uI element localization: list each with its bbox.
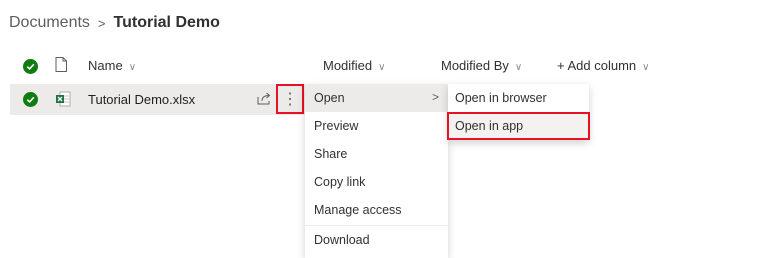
chevron-down-icon: ∨ xyxy=(642,62,650,73)
menu-item-open[interactable]: Open > xyxy=(305,84,448,112)
column-name-label: Name xyxy=(88,58,123,73)
chevron-down-icon: ∨ xyxy=(128,62,137,73)
share-icon[interactable] xyxy=(257,92,272,110)
breadcrumb-separator: > xyxy=(97,15,106,31)
menu-item-label: Download xyxy=(314,233,370,247)
menu-item-label: Copy link xyxy=(314,175,366,189)
submenu-item-open-in-app[interactable]: Open in app xyxy=(447,112,590,140)
menu-item-label: Manage access xyxy=(314,203,402,217)
column-header-row: Name ∨ Modified ∨ Modified By ∨ + Add colum… xyxy=(0,52,768,80)
document-icon xyxy=(55,57,67,75)
chevron-right-icon: > xyxy=(431,90,439,104)
row-checkmark-icon[interactable] xyxy=(23,92,38,107)
submenu-item-label: Open in app xyxy=(455,119,524,133)
menu-item-share[interactable]: Share xyxy=(305,140,448,168)
more-actions-button[interactable]: ⋮ xyxy=(276,84,304,114)
menu-item-label: Preview xyxy=(314,119,359,133)
column-header-name[interactable]: Name ∨ xyxy=(88,58,136,73)
submenu-item-open-in-browser[interactable]: Open in browser xyxy=(448,84,589,112)
add-column-button[interactable]: + Add column ∨ xyxy=(557,58,649,73)
menu-item-manage-access[interactable]: Manage access xyxy=(305,196,448,224)
chevron-down-icon: ∨ xyxy=(378,62,386,73)
chevron-down-icon: ∨ xyxy=(514,62,523,73)
menu-item-copy-link[interactable]: Copy link xyxy=(305,168,448,196)
column-modified-label: Modified xyxy=(323,58,373,73)
menu-item-preview[interactable]: Preview xyxy=(305,112,448,140)
breadcrumb: Documents > Tutorial Demo xyxy=(9,12,220,34)
more-vertical-icon: ⋮ xyxy=(282,91,298,108)
column-modified-by-label: Modified By xyxy=(441,58,509,73)
open-submenu: Open in browser Open in app xyxy=(447,84,590,140)
breadcrumb-documents[interactable]: Documents xyxy=(9,14,90,32)
context-menu: Open > Preview Share Copy link Manage ac… xyxy=(305,84,448,258)
excel-file-icon xyxy=(55,91,71,112)
menu-item-label: Open xyxy=(314,91,345,105)
table-row[interactable]: Tutorial Demo.xlsx xyxy=(10,84,305,115)
submenu-item-label: Open in browser xyxy=(455,91,547,105)
checkmark-circle-icon[interactable] xyxy=(23,59,38,74)
add-column-label: + Add column xyxy=(557,58,637,73)
menu-item-label: Share xyxy=(314,147,348,161)
breadcrumb-current: Tutorial Demo xyxy=(113,14,220,31)
file-name-link[interactable]: Tutorial Demo.xlsx xyxy=(88,92,195,107)
column-header-modified-by[interactable]: Modified By ∨ xyxy=(441,58,522,73)
menu-item-download[interactable]: Download xyxy=(305,226,448,254)
column-header-modified[interactable]: Modified ∨ xyxy=(323,58,385,73)
